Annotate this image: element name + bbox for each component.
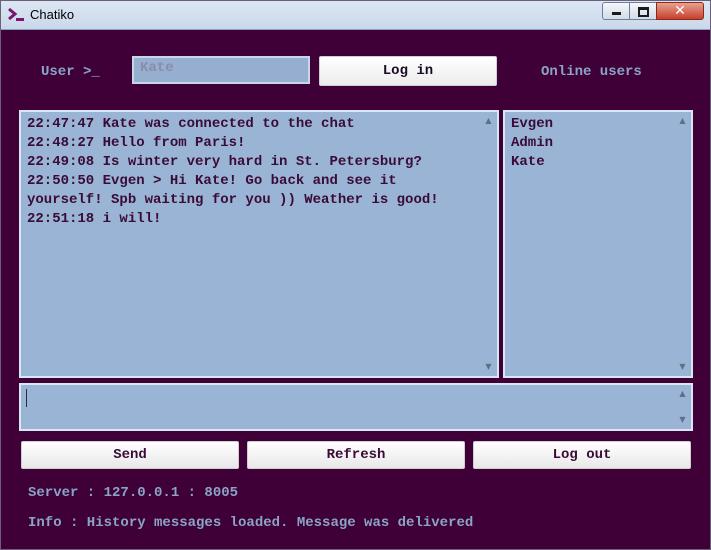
server-status: Server : 127.0.0.1 : 8005	[28, 485, 239, 501]
maximize-icon	[638, 7, 649, 17]
title-bar[interactable]: Chatiko ✕	[1, 1, 710, 30]
list-item[interactable]: Evgen	[511, 115, 553, 134]
login-button[interactable]: Log in	[319, 56, 497, 86]
chat-message: 22:51:18 i will!	[27, 211, 162, 227]
app-window: Chatiko ✕ User >_ Kate Log in Online use…	[0, 0, 711, 550]
chat-history[interactable]: 22:47:47 Kate was connected to the chat …	[19, 110, 499, 378]
input-scrollbar[interactable]: ▲ ▼	[674, 385, 691, 429]
list-item[interactable]: Kate	[511, 153, 553, 172]
chat-message: 22:47:47 Kate was connected to the chat	[27, 116, 355, 132]
scroll-down-icon[interactable]: ▼	[674, 360, 691, 374]
user-label: User >_	[41, 64, 100, 80]
logout-button[interactable]: Log out	[473, 441, 691, 469]
chat-message: 22:49:08 Is winter very hard in St. Pete…	[27, 154, 422, 170]
scroll-up-icon[interactable]: ▲	[674, 387, 691, 401]
send-button[interactable]: Send	[21, 441, 239, 469]
users-list: Evgen Admin Kate	[511, 115, 553, 172]
refresh-button[interactable]: Refresh	[247, 441, 465, 469]
chat-scrollbar[interactable]: ▲ ▼	[480, 112, 497, 376]
close-icon: ✕	[674, 3, 686, 19]
scroll-up-icon[interactable]: ▲	[480, 114, 497, 128]
main-content: User >_ Kate Log in Online users 22:47:4…	[9, 30, 703, 543]
scroll-up-icon[interactable]: ▲	[674, 114, 691, 128]
close-button[interactable]: ✕	[656, 2, 704, 20]
chat-message: 22:48:27 Hello from Paris!	[27, 135, 246, 151]
user-name-input[interactable]: Kate	[132, 56, 310, 84]
minimize-button[interactable]	[602, 2, 630, 20]
info-status: Info : History messages loaded. Message …	[28, 515, 474, 531]
message-input[interactable]: ▲ ▼	[19, 383, 693, 431]
app-logo-icon	[8, 7, 24, 21]
chat-message-list: 22:47:47 Kate was connected to the chat …	[27, 115, 477, 229]
scroll-down-icon[interactable]: ▼	[674, 413, 691, 427]
online-users-list[interactable]: Evgen Admin Kate ▲ ▼	[503, 110, 693, 378]
online-users-label: Online users	[541, 64, 642, 80]
minimize-icon	[612, 12, 621, 15]
list-item[interactable]: Admin	[511, 134, 553, 153]
maximize-button[interactable]	[629, 2, 657, 20]
text-caret	[26, 389, 27, 407]
chat-message: 22:50:50 Evgen > Hi Kate! Go back and se…	[27, 173, 439, 208]
users-scrollbar[interactable]: ▲ ▼	[674, 112, 691, 376]
window-title: Chatiko	[30, 7, 75, 22]
scroll-down-icon[interactable]: ▼	[480, 360, 497, 374]
